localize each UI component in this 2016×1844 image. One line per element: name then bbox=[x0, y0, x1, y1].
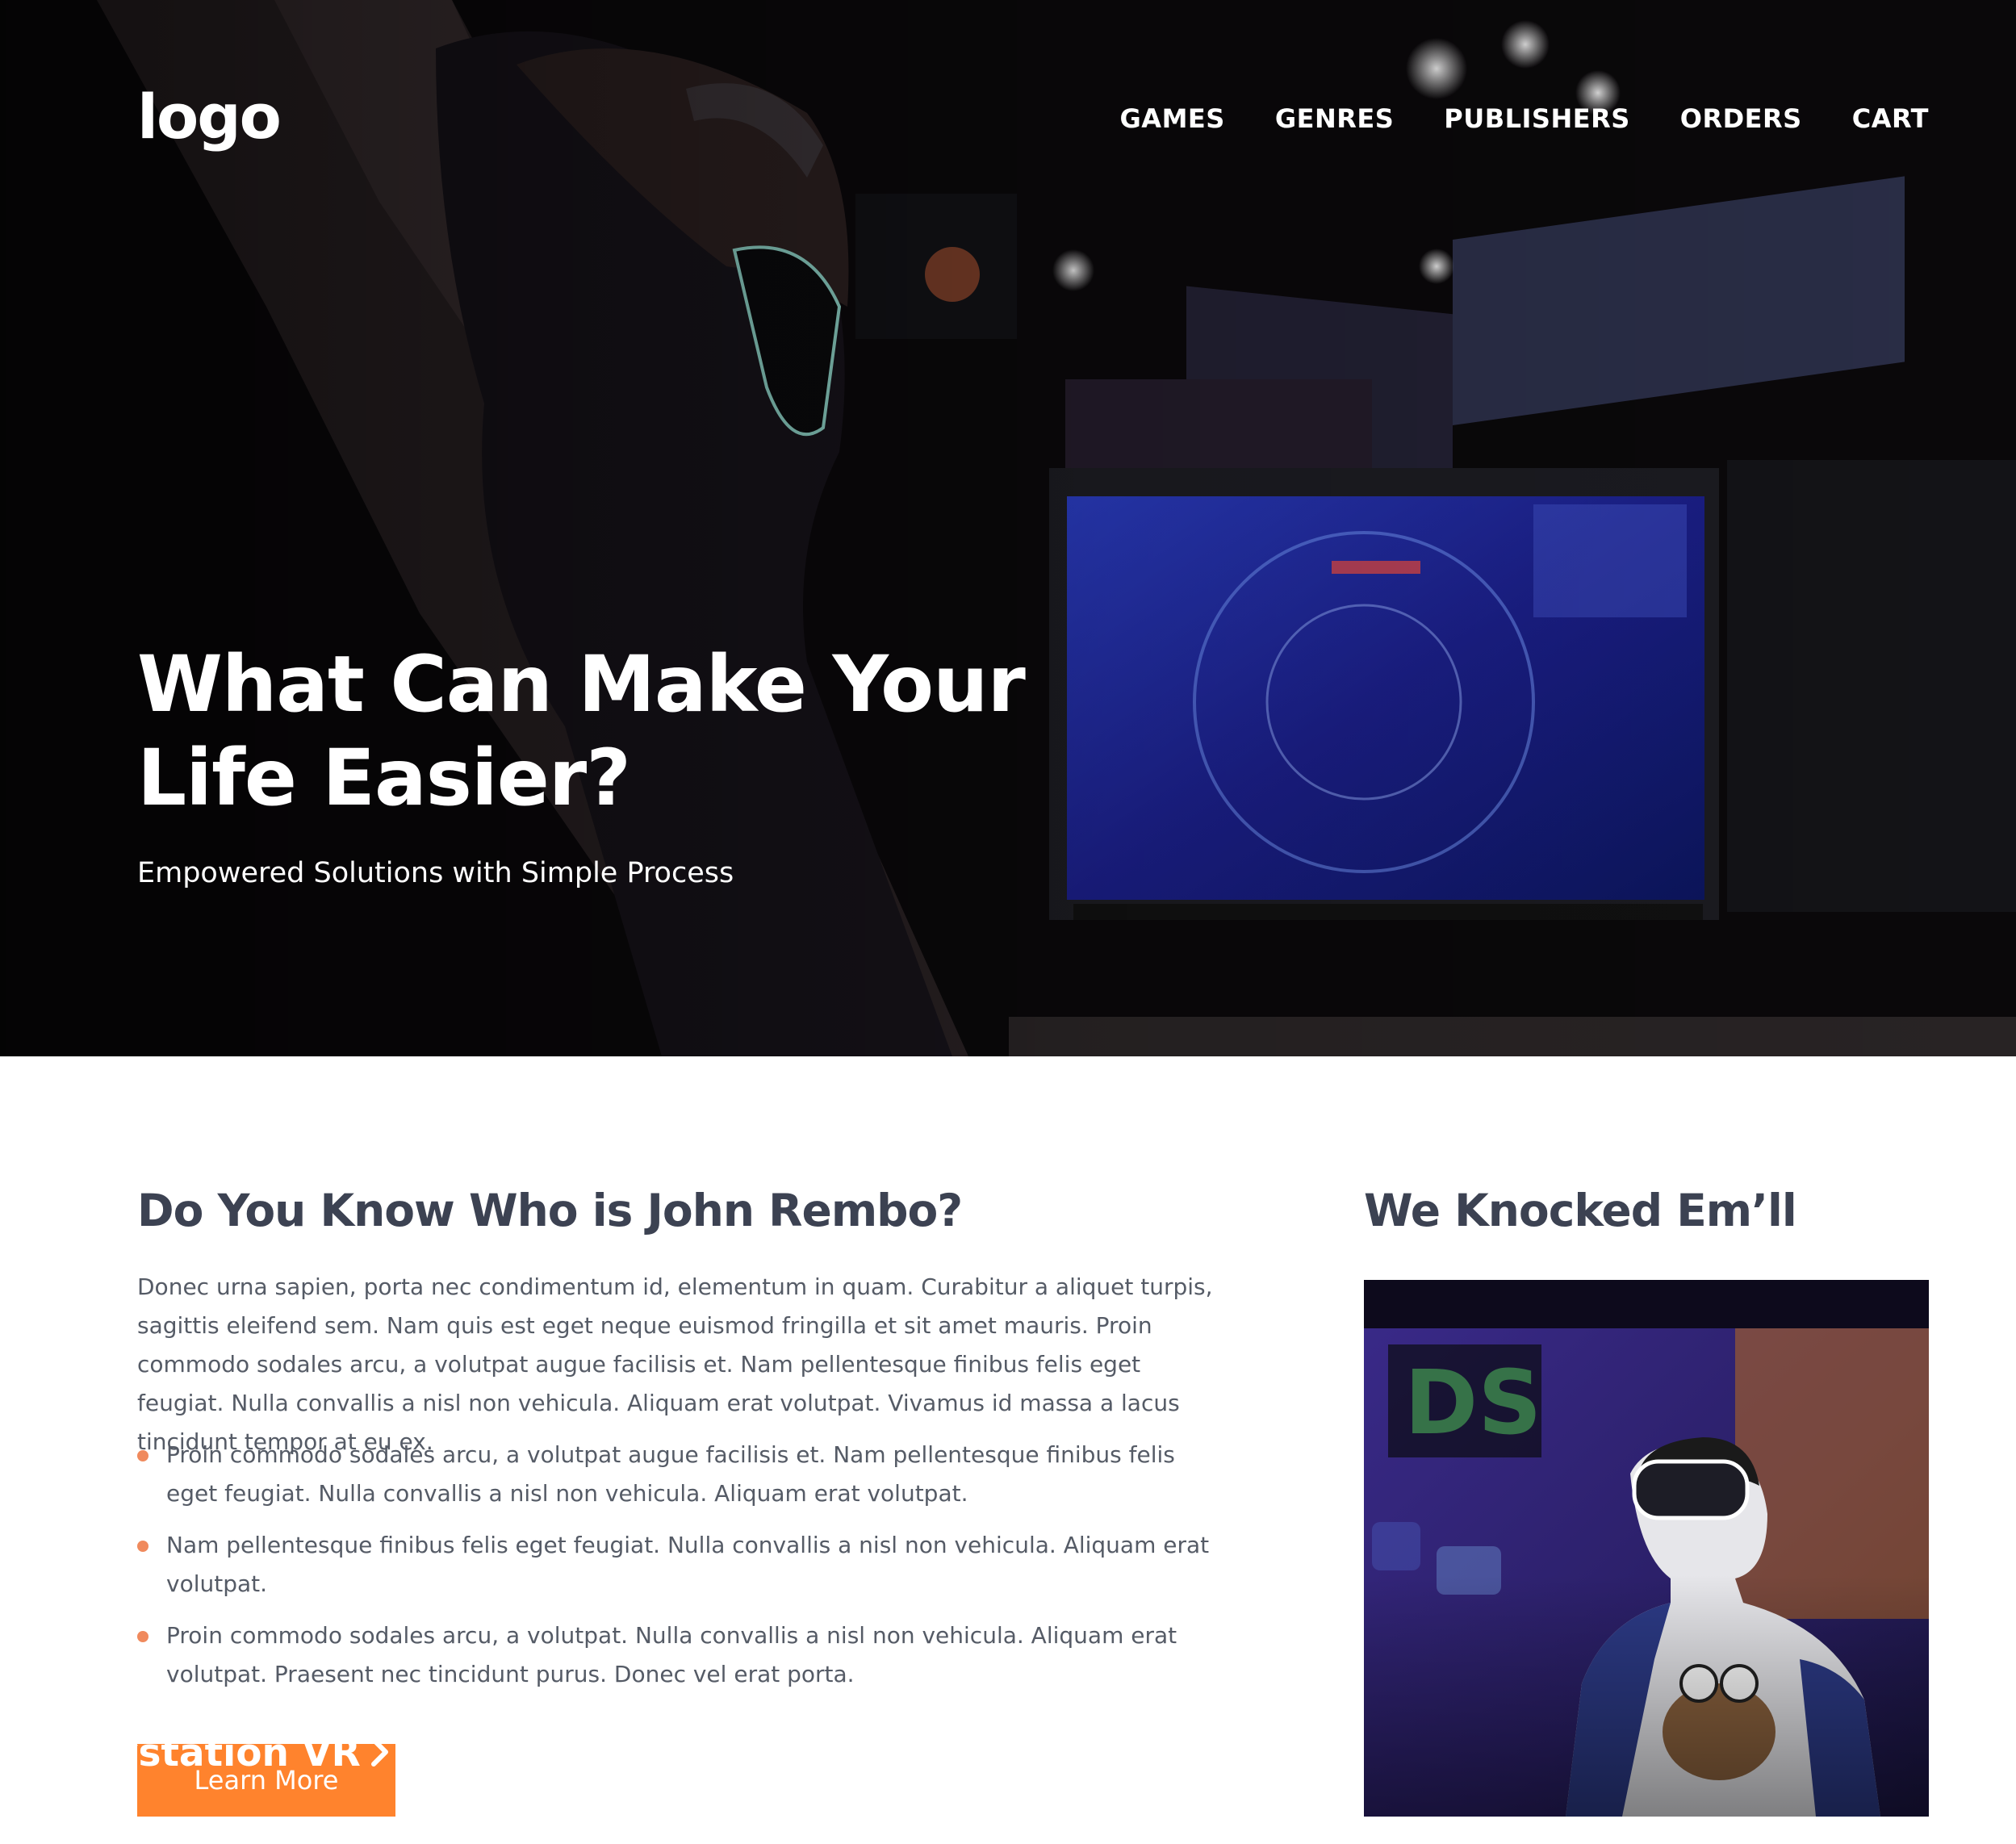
nav-genres[interactable]: GENRES bbox=[1275, 103, 1394, 134]
product-name: Playstation VR bbox=[48, 1731, 361, 1775]
chevron-right-icon[interactable] bbox=[369, 1727, 391, 1785]
bullet-dot-icon bbox=[137, 1450, 148, 1461]
hero-subtitle: Empowered Solutions with Simple Process bbox=[137, 857, 734, 889]
product-card-caption[interactable]: Sony Playstation VR bbox=[48, 1666, 549, 1785]
list-item: Proin commodo sodales arcu, a volutpat a… bbox=[137, 1436, 1219, 1513]
product-card[interactable]: DS bbox=[1364, 1280, 1929, 1817]
feature-title: We Knocked Em’ll bbox=[1364, 1185, 1797, 1236]
about-title: Do You Know Who is John Rembo? bbox=[137, 1185, 963, 1236]
product-brand: Sony bbox=[48, 1673, 154, 1717]
list-item-text: Nam pellentesque finibus felis eget feug… bbox=[166, 1532, 1210, 1597]
nav-cart[interactable]: CART bbox=[1852, 103, 1929, 134]
nav-orders[interactable]: ORDERS bbox=[1680, 103, 1802, 134]
bullet-dot-icon bbox=[137, 1541, 148, 1552]
hero-overlay bbox=[0, 0, 2016, 1056]
hero-section: logo GAMES GENRES PUBLISHERS ORDERS CART… bbox=[0, 0, 2016, 1056]
main-nav: GAMES GENRES PUBLISHERS ORDERS CART bbox=[1120, 103, 1929, 134]
hero-title: What Can Make Your Life Easier? bbox=[137, 639, 1026, 823]
bullet-dot-icon bbox=[137, 1631, 148, 1642]
nav-publishers[interactable]: PUBLISHERS bbox=[1444, 103, 1630, 134]
about-paragraph: Donec urna sapien, porta nec condimentum… bbox=[137, 1273, 1213, 1455]
logo[interactable]: logo bbox=[137, 81, 282, 153]
vr-player-image: DS bbox=[1364, 1280, 1929, 1817]
list-item-text: Proin commodo sodales arcu, a volutpat a… bbox=[166, 1441, 1175, 1507]
nav-games[interactable]: GAMES bbox=[1120, 103, 1225, 134]
list-item: Nam pellentesque finibus felis eget feug… bbox=[137, 1526, 1219, 1604]
